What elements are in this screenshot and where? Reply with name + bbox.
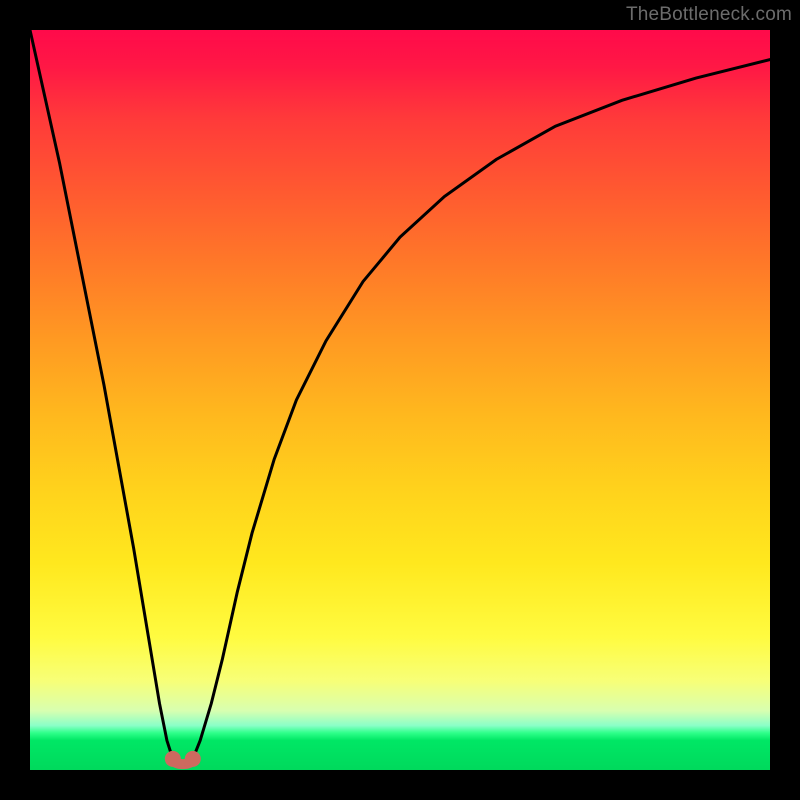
right-branch-curve bbox=[193, 60, 770, 759]
plot-area bbox=[30, 30, 770, 770]
minimum-marker-left bbox=[165, 751, 181, 767]
left-branch-curve bbox=[30, 30, 173, 759]
watermark-text: TheBottleneck.com bbox=[626, 4, 792, 26]
minimum-marker-right bbox=[185, 751, 201, 767]
chart-frame: TheBottleneck.com bbox=[0, 0, 800, 800]
curves-layer bbox=[30, 30, 770, 770]
